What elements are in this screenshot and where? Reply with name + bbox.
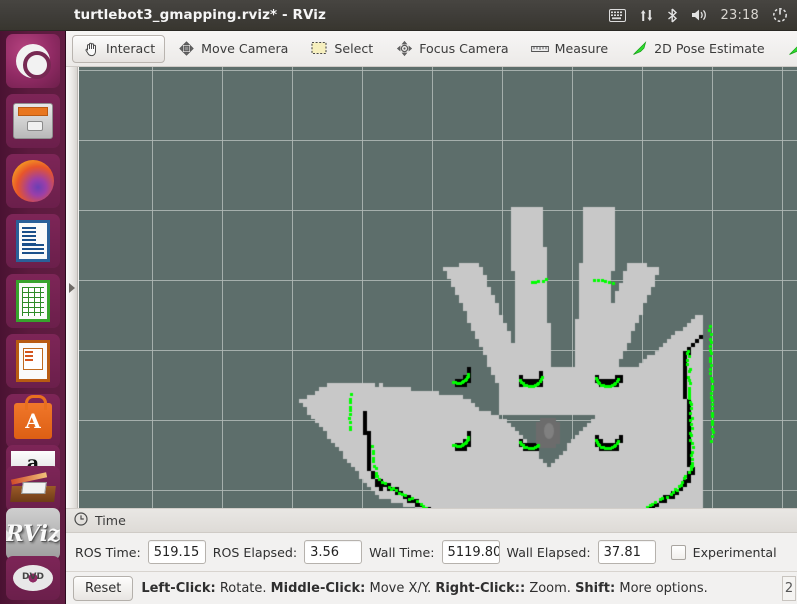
system-tray: 23:18 — [609, 7, 797, 23]
mouse-hint-key: Shift: — [575, 581, 615, 596]
ros-time-field[interactable]: 519.15 — [148, 540, 206, 564]
time-panel-title: Time — [95, 513, 126, 528]
hand-cursor-icon — [82, 40, 100, 58]
green-arrow-icon — [787, 40, 797, 58]
tool-select-label: Select — [334, 41, 373, 56]
launcher-item-help[interactable] — [6, 466, 60, 512]
launcher-item-files[interactable] — [6, 94, 60, 148]
rviz-toolbar: Interact Move Camera Select Focus Camera… — [66, 31, 797, 67]
tool-focus-camera-label: Focus Camera — [419, 41, 508, 56]
mouse-hints-text: Left-Click: Rotate. Middle-Click: Move X… — [141, 581, 707, 596]
running-indicator-right-icon — [55, 530, 60, 540]
network-updown-icon[interactable] — [639, 8, 654, 23]
green-arrow-icon — [630, 40, 648, 58]
focus-camera-icon — [395, 40, 413, 58]
dvd-disc-icon — [13, 565, 53, 591]
bluetooth-icon[interactable] — [667, 8, 678, 23]
tool-2d-pose-estimate[interactable]: 2D Pose Estimate — [620, 35, 775, 63]
tool-interact-label: Interact — [106, 41, 155, 56]
power-gear-icon[interactable] — [772, 7, 788, 23]
window-title: turtlebot3_gmapping.rviz* - RViz — [74, 7, 326, 23]
mouse-hint-key: Right-Click:: — [435, 581, 525, 596]
tool-measure-label: Measure — [555, 41, 609, 56]
tool-move-camera[interactable]: Move Camera — [167, 35, 298, 63]
mouse-hint-key: Left-Click: — [141, 581, 215, 596]
launcher-item-libreoffice-writer[interactable] — [6, 214, 60, 268]
calc-spreadsheet-icon — [16, 280, 50, 322]
rviz-main-window: turtlebot3_gmapping.rviz* - RViz 23:18 I… — [66, 0, 797, 604]
running-indicator-left-icon — [6, 530, 11, 540]
launcher-item-ubuntu-software[interactable] — [6, 394, 60, 448]
ros-time-label: ROS Time: — [75, 545, 141, 560]
ros-elapsed-field[interactable]: 3.56 — [304, 540, 362, 564]
status-bar-grip[interactable]: 2 — [782, 576, 796, 601]
launcher-item-libreoffice-impress[interactable] — [6, 334, 60, 388]
select-rect-icon — [310, 40, 328, 58]
wall-elapsed-label: Wall Elapsed: — [507, 545, 591, 560]
tool-measure[interactable]: Measure — [521, 35, 619, 63]
ros-elapsed-label: ROS Elapsed: — [213, 545, 297, 560]
time-panel-header[interactable]: Time — [66, 509, 797, 533]
mouse-hint-key: Middle-Click: — [271, 581, 366, 596]
time-panel: Time ROS Time: 519.15 ROS Elapsed: 3.56 … — [66, 508, 797, 571]
keyboard-icon[interactable] — [609, 9, 626, 22]
experimental-checkbox[interactable] — [671, 545, 686, 560]
tool-select[interactable]: Select — [300, 35, 383, 63]
reset-button[interactable]: Reset — [73, 576, 133, 601]
launcher-item-rviz[interactable]: RViz — [6, 508, 60, 560]
file-cabinet-icon — [13, 103, 53, 139]
tool-2d-nav-goal[interactable]: 2D Nav Goal — [777, 35, 797, 63]
rviz-3d-viewport[interactable]: https://blog.csdn.net/weixin_44939645 — [79, 67, 797, 508]
launcher-item-ubuntu-dash[interactable] — [6, 34, 60, 88]
rviz-logo-icon: RViz — [6, 521, 60, 547]
ruler-icon — [531, 40, 549, 58]
impress-presentation-icon — [16, 340, 50, 382]
wall-time-field[interactable]: 5119.80 — [442, 540, 500, 564]
firefox-icon — [12, 160, 54, 202]
wall-time-label: Wall Time: — [369, 545, 434, 560]
clock-icon — [74, 511, 88, 530]
launcher-item-firefox[interactable] — [6, 154, 60, 208]
chevron-right-icon[interactable] — [69, 283, 75, 293]
tool-move-camera-label: Move Camera — [201, 41, 288, 56]
ubuntu-launcher: a RViz — [0, 0, 66, 604]
tool-focus-camera[interactable]: Focus Camera — [385, 35, 518, 63]
wall-elapsed-field[interactable]: 37.81 — [598, 540, 656, 564]
rviz-app-window: a RViz turtlebot3_gmapping.rviz* - RViz — [0, 0, 797, 604]
experimental-label: Experimental — [693, 545, 777, 560]
status-bar: Reset Left-Click: Rotate. Middle-Click: … — [66, 571, 797, 604]
system-clock[interactable]: 23:18 — [721, 8, 759, 23]
tool-interact[interactable]: Interact — [72, 35, 165, 63]
writer-document-icon — [16, 220, 50, 262]
title-bar: turtlebot3_gmapping.rviz* - RViz 23:18 — [0, 0, 797, 31]
displays-panel-splitter[interactable] — [66, 67, 78, 508]
software-bag-icon — [14, 403, 52, 439]
time-fields-row: ROS Time: 519.15 ROS Elapsed: 3.56 Wall … — [66, 533, 797, 571]
volume-icon[interactable] — [691, 8, 708, 22]
launcher-item-dvd[interactable] — [6, 556, 60, 600]
tool-2d-pose-estimate-label: 2D Pose Estimate — [654, 41, 765, 56]
ubuntu-logo-icon — [16, 44, 50, 78]
occupancy-map-display — [79, 67, 797, 508]
launcher-item-libreoffice-calc[interactable] — [6, 274, 60, 328]
move-camera-icon — [177, 40, 195, 58]
box-icon — [21, 482, 47, 494]
